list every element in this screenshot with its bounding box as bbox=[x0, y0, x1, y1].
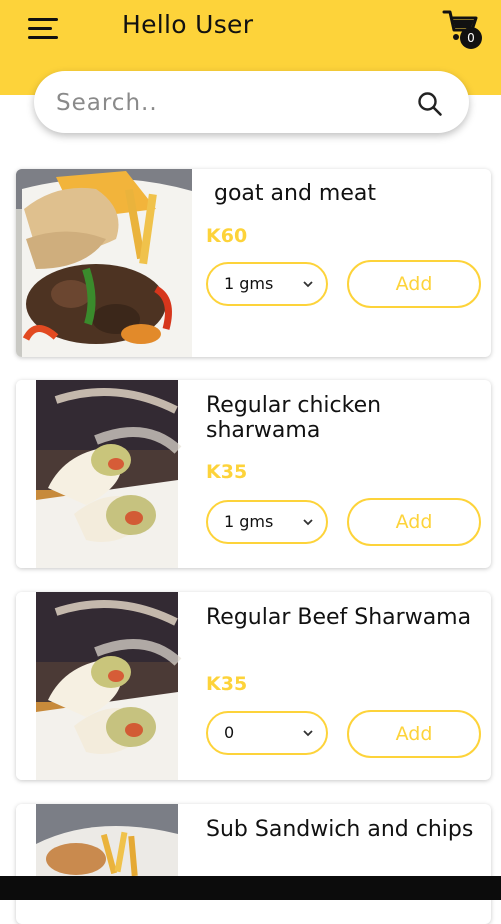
product-image-regular-beef-sharwama bbox=[16, 592, 192, 780]
page-title: Hello User bbox=[122, 10, 254, 39]
product-card: Regular Beef Sharwama K35 0 Add bbox=[16, 592, 491, 780]
search-input[interactable] bbox=[54, 85, 408, 121]
quantity-select[interactable]: 1 gms bbox=[206, 500, 328, 544]
product-name: Regular chicken sharwama bbox=[206, 393, 382, 443]
product-name: Sub Sandwich and chips bbox=[206, 817, 474, 842]
quantity-select[interactable]: 1 gms bbox=[206, 262, 328, 306]
add-button[interactable]: Add bbox=[347, 260, 481, 308]
chevron-down-icon bbox=[303, 281, 313, 288]
system-navigation-bar bbox=[0, 876, 501, 900]
product-image-regular-chicken-sharwama bbox=[16, 380, 192, 568]
search-bar bbox=[34, 71, 469, 133]
cart-count-badge: 0 bbox=[460, 27, 482, 49]
product-price: K35 bbox=[206, 461, 248, 483]
product-card: goat and meat K60 1 gms Add bbox=[16, 169, 491, 357]
product-price: K60 bbox=[206, 225, 248, 247]
quantity-value: 0 bbox=[224, 723, 235, 742]
cart-button[interactable]: 0 bbox=[442, 8, 484, 50]
product-image-sub-sandwich-and-chips bbox=[16, 804, 192, 876]
product-card: Sub Sandwich and chips bbox=[16, 804, 491, 924]
product-card: Regular chicken sharwama K35 1 gms Add bbox=[16, 380, 491, 568]
search-icon[interactable] bbox=[416, 90, 444, 118]
product-image-goat-and-meat bbox=[16, 169, 192, 357]
add-button[interactable]: Add bbox=[347, 498, 481, 546]
menu-icon[interactable] bbox=[28, 16, 60, 40]
product-name: Regular Beef Sharwama bbox=[206, 605, 472, 630]
add-button[interactable]: Add bbox=[347, 710, 481, 758]
product-price: K35 bbox=[206, 673, 248, 695]
chevron-down-icon bbox=[303, 519, 313, 526]
quantity-value: 1 gms bbox=[224, 512, 274, 531]
product-name: goat and meat bbox=[214, 181, 376, 206]
quantity-select[interactable]: 0 bbox=[206, 711, 328, 755]
quantity-value: 1 gms bbox=[224, 274, 274, 293]
chevron-down-icon bbox=[303, 730, 313, 737]
